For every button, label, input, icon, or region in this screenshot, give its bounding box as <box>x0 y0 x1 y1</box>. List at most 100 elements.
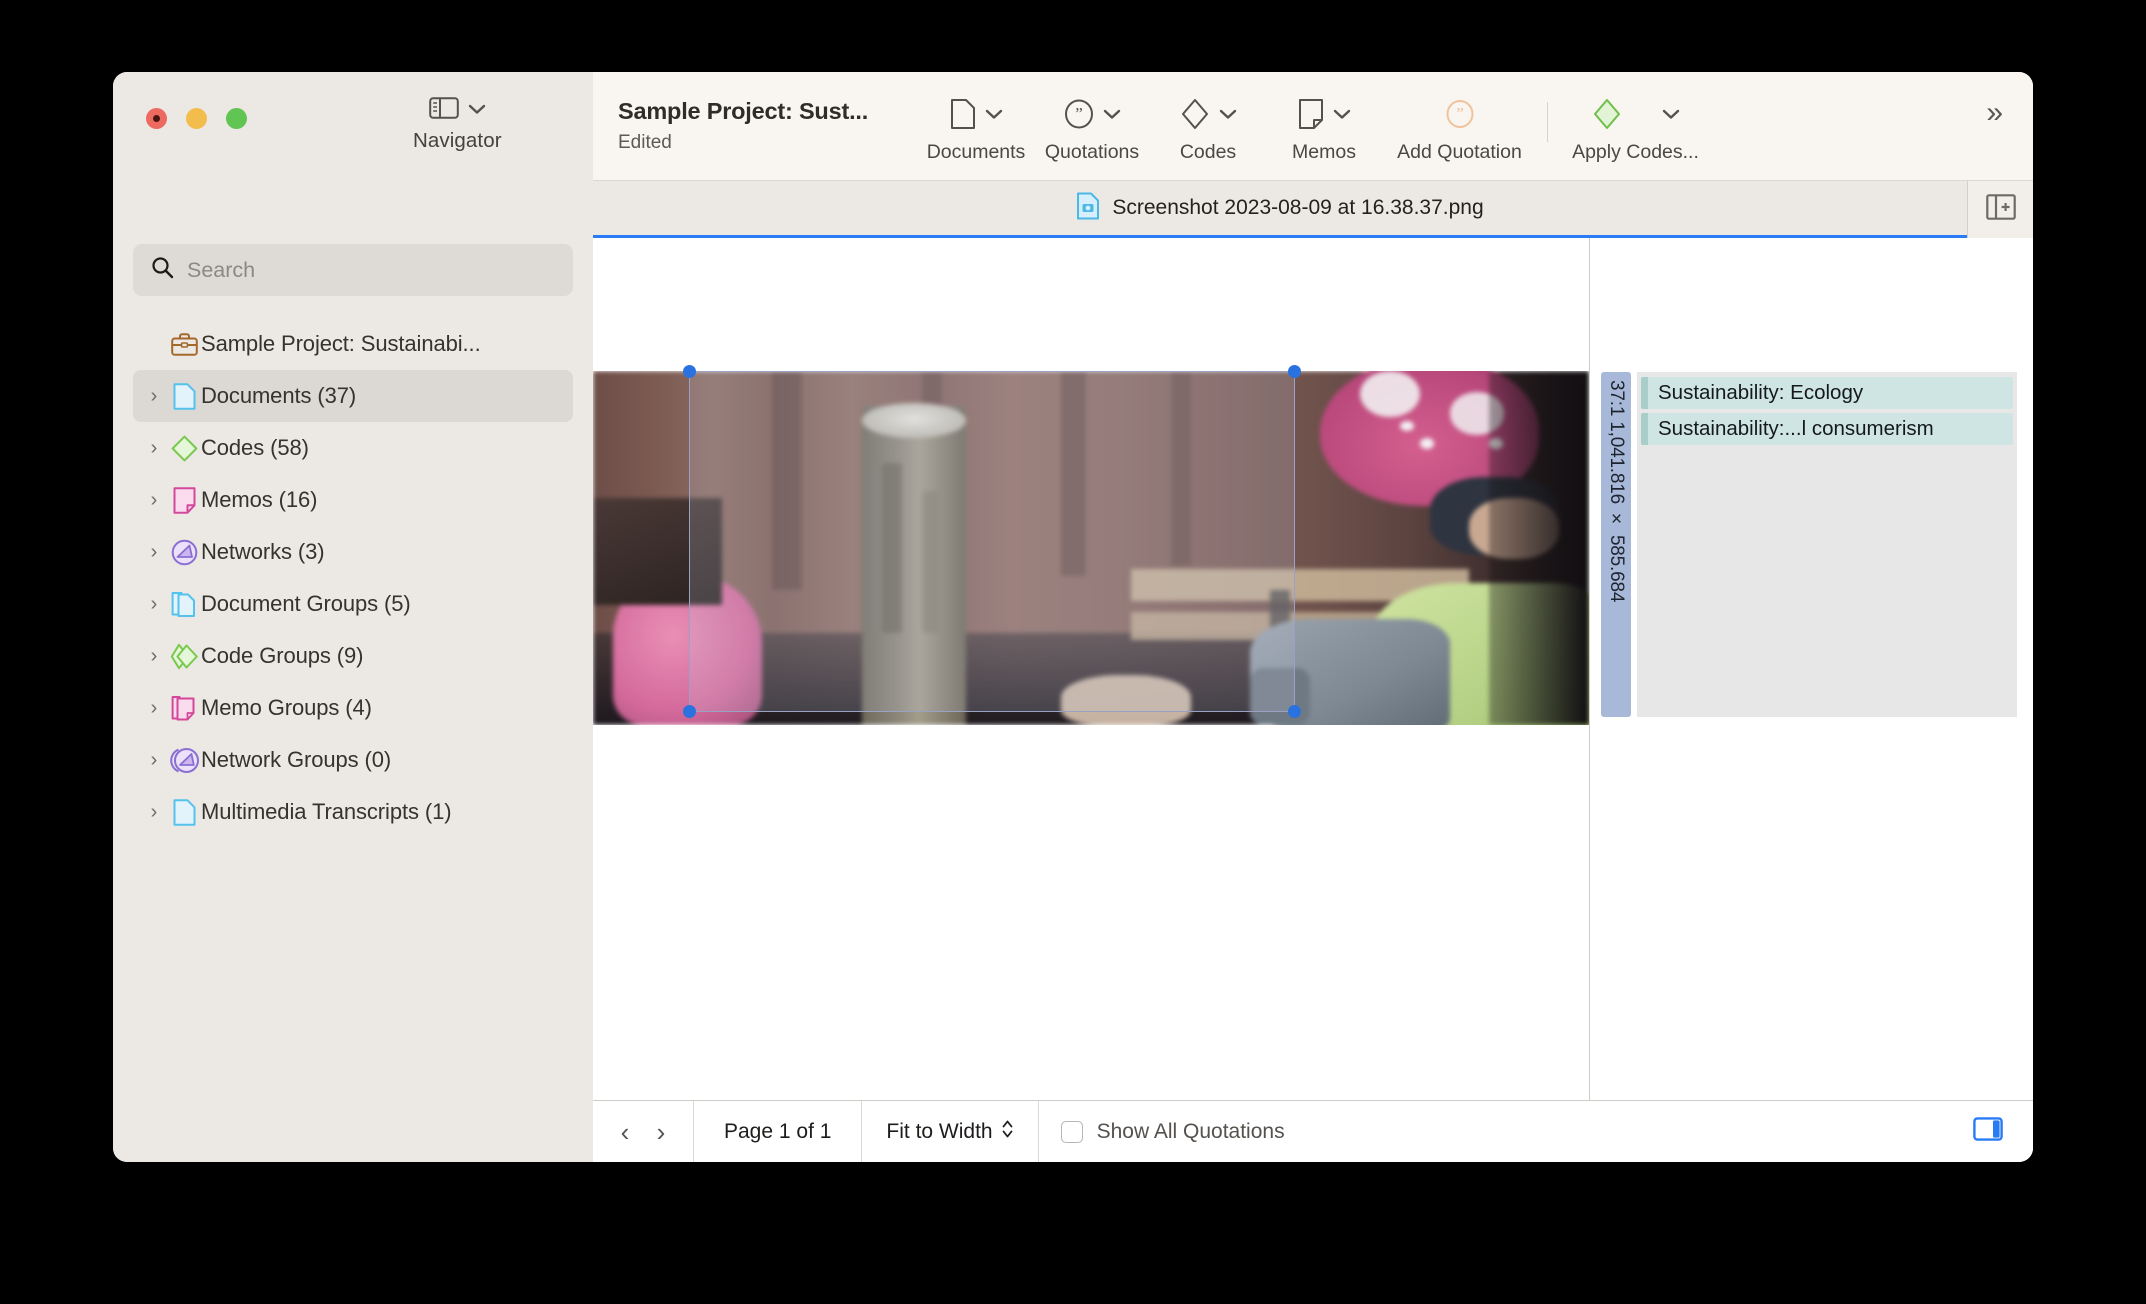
zoom-window-button[interactable] <box>226 108 247 129</box>
tree-item-label: Document Groups (5) <box>201 591 411 616</box>
page-indicator-label: Page 1 of 1 <box>724 1119 832 1143</box>
chevron-right-icon[interactable]: › <box>141 437 167 460</box>
selection-handle-top-left[interactable] <box>683 365 696 378</box>
sidebar-item-memos[interactable]: › Memos (16) <box>133 474 573 526</box>
chevron-down-icon[interactable] <box>1219 107 1237 125</box>
document-icon <box>167 798 201 826</box>
code-chip-label: Sustainability:...l consumerism <box>1658 417 1934 440</box>
quotation-bar[interactable]: 37:1 1,041.816 × 585.684 <box>1601 372 1631 717</box>
search-field[interactable]: Search <box>133 244 573 296</box>
document-tab-row: Screenshot 2023-08-09 at 16.38.37.png <box>113 180 2033 238</box>
chevron-right-icon[interactable]: › <box>141 541 167 564</box>
image-canvas[interactable] <box>593 238 1590 1100</box>
toolbar-item-add-quotation[interactable]: ” Add Quotation <box>1382 94 1537 164</box>
tree-item-label: Sample Project: Sustainabi... <box>201 331 481 356</box>
memo-icon <box>1298 98 1324 135</box>
tree-item-project-root[interactable]: Sample Project: Sustainabi... <box>133 318 573 370</box>
previous-page-button[interactable]: ‹ <box>621 1119 630 1145</box>
zoom-select-label: Fit to Width <box>886 1119 993 1143</box>
document-icon <box>950 98 976 135</box>
zoom-select[interactable]: Fit to Width <box>862 1101 1037 1162</box>
show-all-quotations-label: Show All Quotations <box>1096 1119 1285 1143</box>
sidebar-item-document-groups[interactable]: › Document Groups (5) <box>133 578 573 630</box>
toolbar-item-label: Codes <box>1179 141 1237 163</box>
toolbar-item-quotations[interactable]: ” Quotations <box>1034 94 1150 164</box>
toolbar-item-memos[interactable]: Memos <box>1266 94 1382 164</box>
toolbar-item-codes[interactable]: Codes <box>1150 94 1266 164</box>
split-view-button[interactable] <box>1967 181 2033 238</box>
toolbar-overflow-button[interactable]: » <box>1986 98 2003 128</box>
toolbar-item-apply-codes[interactable]: Apply Codes... <box>1558 94 1713 164</box>
chevron-down-icon[interactable] <box>985 107 1003 125</box>
navigator-toggle-group[interactable]: Navigator <box>413 96 502 153</box>
chevron-right-icon[interactable]: › <box>141 593 167 616</box>
image-document-icon <box>1076 192 1100 225</box>
sidebar-item-code-groups[interactable]: › Code Groups (9) <box>133 630 573 682</box>
tree-item-label: Code Groups (9) <box>201 643 364 668</box>
code-chip[interactable]: Sustainability: Ecology <box>1641 377 2013 409</box>
tree-item-label: Memo Groups (4) <box>201 695 372 720</box>
show-all-quotations-toggle[interactable]: Show All Quotations <box>1039 1101 1307 1162</box>
code-diamond-icon <box>167 435 201 462</box>
quotation-margin-pane: 37:1 1,041.816 × 585.684 Sustainability:… <box>1590 238 2033 1100</box>
document-tab[interactable]: Screenshot 2023-08-09 at 16.38.37.png <box>593 181 1967 238</box>
main-toolbar: Sample Project: Sust... Edited Documents <box>593 72 2033 180</box>
page-title: Sample Project: Sust... <box>618 98 869 124</box>
selection-handle-bottom-left[interactable] <box>683 705 696 718</box>
tree-item-label: Documents (37) <box>201 383 357 408</box>
sidebar-item-memo-groups[interactable]: › Memo Groups (4) <box>133 682 573 734</box>
status-bar-spacer <box>1307 1101 1973 1162</box>
image-selection-rectangle[interactable] <box>683 365 1301 718</box>
sidebar-header: Navigator <box>113 72 593 180</box>
svg-text:”: ” <box>1075 104 1083 123</box>
tree-item-label: Codes (58) <box>201 435 309 460</box>
sidebar-item-documents[interactable]: › Documents (37) <box>133 370 573 422</box>
viewer-row: 37:1 1,041.816 × 585.684 Sustainability:… <box>593 238 2033 1100</box>
chevron-right-icon[interactable]: › <box>141 697 167 720</box>
chevron-down-icon[interactable] <box>1662 107 1680 125</box>
document-viewer: 37:1 1,041.816 × 585.684 Sustainability:… <box>593 238 2033 1162</box>
apply-codes-icon <box>1592 98 1622 135</box>
memo-group-icon <box>167 695 201 722</box>
next-page-button[interactable]: › <box>657 1119 666 1145</box>
show-all-quotations-checkbox[interactable] <box>1060 1120 1083 1143</box>
minimize-window-button[interactable] <box>186 108 207 129</box>
chevron-right-icon[interactable]: › <box>141 749 167 772</box>
chevron-right-icon[interactable]: › <box>141 489 167 512</box>
navigator-toggle-button[interactable] <box>429 96 486 125</box>
chevron-right-icon[interactable]: › <box>141 385 167 408</box>
project-briefcase-icon <box>167 332 201 357</box>
edited-status: Edited <box>618 132 672 153</box>
project-title-block: Sample Project: Sust... Edited <box>618 94 918 154</box>
selection-handle-top-right[interactable] <box>1288 365 1301 378</box>
chevron-right-icon[interactable]: › <box>141 801 167 824</box>
close-window-button[interactable] <box>146 108 167 129</box>
network-icon <box>167 539 201 566</box>
memo-icon <box>167 486 201 514</box>
page-indicator: Page 1 of 1 <box>694 1101 861 1162</box>
chevron-down-icon[interactable] <box>1103 107 1121 125</box>
chevron-down-icon[interactable] <box>468 102 486 120</box>
applied-codes-list: Sustainability: Ecology Sustainability:.… <box>1637 372 2017 717</box>
navigator-sidebar: Search Sample Project: Sustainabi... › D… <box>113 238 593 1162</box>
right-panel-toggle-button[interactable] <box>1973 1101 2033 1162</box>
main-body: Search Sample Project: Sustainabi... › D… <box>113 238 2033 1162</box>
navigator-label: Navigator <box>413 129 502 152</box>
stepper-updown-icon[interactable] <box>1001 1118 1014 1145</box>
document-group-icon <box>167 591 201 618</box>
add-quotation-icon: ” <box>1445 99 1475 134</box>
sidebar-item-networks[interactable]: › Networks (3) <box>133 526 573 578</box>
quotation-icon: ” <box>1064 99 1094 134</box>
sidebar-item-codes[interactable]: › Codes (58) <box>133 422 573 474</box>
sidebar-item-network-groups[interactable]: › Network Groups (0) <box>133 734 573 786</box>
toolbar-item-documents[interactable]: Documents <box>918 94 1034 164</box>
selection-handle-bottom-right[interactable] <box>1288 705 1301 718</box>
search-placeholder: Search <box>187 257 256 282</box>
chevron-right-icon[interactable]: › <box>141 645 167 668</box>
sidebar-item-multimedia-transcripts[interactable]: › Multimedia Transcripts (1) <box>133 786 573 838</box>
code-diamond-icon <box>1180 98 1210 135</box>
code-group-icon <box>167 643 201 670</box>
code-chip[interactable]: Sustainability:...l consumerism <box>1641 413 2013 445</box>
toolbar-divider <box>1547 102 1548 142</box>
chevron-down-icon[interactable] <box>1333 107 1351 125</box>
